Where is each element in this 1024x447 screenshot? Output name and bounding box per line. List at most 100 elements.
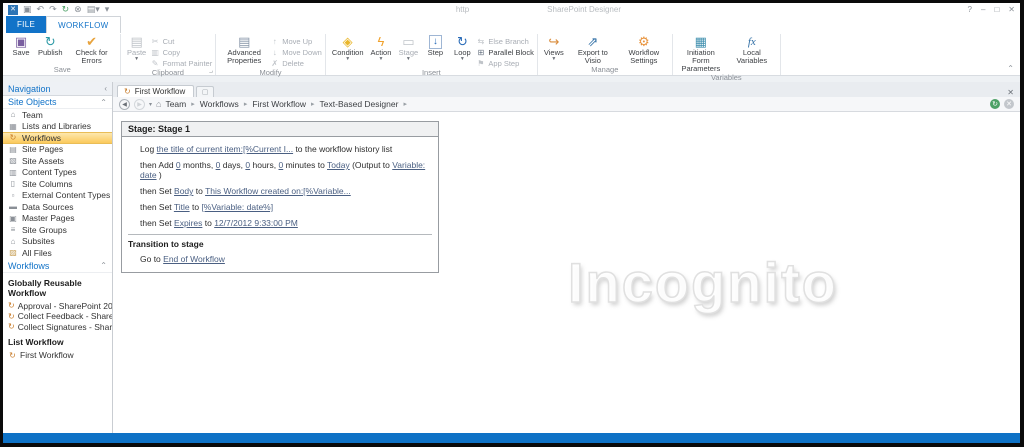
action-text: Log [140, 144, 157, 154]
external-content-type-icon: ▫ [11, 190, 15, 200]
workflow-item-label: Approval - SharePoint 2010 [17, 300, 112, 311]
action-link[interactable]: Expires [174, 218, 202, 228]
publish-button[interactable]: ↻ Publish [35, 34, 66, 57]
else-branch-button[interactable]: ⇆ Else Branch [476, 36, 533, 46]
preview-icon[interactable]: ▤▾ [87, 5, 100, 14]
collapse-pane-icon[interactable]: ‹ [104, 84, 107, 93]
stop-icon[interactable]: ⊗ [74, 5, 82, 14]
workflow-item[interactable]: ↻ First Workflow [3, 350, 112, 361]
action-link[interactable]: [%Variable: date%] [201, 202, 273, 212]
ribbon-group-label: Save [53, 65, 71, 74]
breadcrumb-item[interactable]: Team [165, 99, 186, 109]
collapse-workflows-icon[interactable]: ⌃ [100, 261, 107, 270]
ribbon-group-label: Clipboard [151, 68, 184, 77]
close-button[interactable]: ✕ [1008, 5, 1015, 14]
sidebar-item-external-content-types[interactable]: ▫ External Content Types [3, 190, 112, 202]
workflow-item[interactable]: ↻Collect Feedback - SharePoint 2... [3, 311, 112, 322]
sidebar-item-site-columns[interactable]: ▯ Site Columns [3, 178, 112, 190]
sidebar-item-site-assets[interactable]: ▧ Site Assets [3, 155, 112, 167]
breadcrumb-item[interactable]: Workflows [200, 99, 239, 109]
stage-button[interactable]: ▭ Stage ▼ [395, 34, 421, 62]
workflow-settings-button[interactable]: ⚙ Workflow Settings [619, 34, 669, 65]
initiation-form-parameters-button[interactable]: ▦ Initiation Form Parameters [676, 34, 726, 73]
restore-button[interactable]: □ [994, 5, 999, 14]
move-down-button[interactable]: ↓ Move Down [270, 47, 322, 57]
app-icon[interactable]: ✕ [8, 4, 18, 15]
workflow-item[interactable]: ↻Collect Signatures - SharePoint ... [3, 322, 112, 333]
advanced-properties-icon: ▤ [238, 34, 251, 49]
local-variables-button[interactable]: fx Local Variables [727, 34, 777, 65]
action-link[interactable]: Body [174, 186, 193, 196]
minimize-button[interactable]: – [981, 5, 985, 14]
cut-button[interactable]: ✂ Cut [151, 36, 213, 46]
action-link[interactable]: Title [174, 202, 190, 212]
action-link[interactable]: 12/7/2012 9:33:00 PM [214, 218, 298, 228]
recent-pages-dropdown-icon[interactable]: ▾ [149, 101, 152, 108]
breadcrumb-item[interactable]: First Workflow [252, 99, 306, 109]
action-link[interactable]: Today [327, 160, 350, 170]
dialog-launcher-icon[interactable]: ⌐ [209, 68, 213, 75]
redo-icon[interactable]: ↷ [49, 5, 57, 14]
sidebar-item-data-sources[interactable]: ▬ Data Sources [3, 201, 112, 213]
breadcrumb-item[interactable]: Text-Based Designer [320, 99, 399, 109]
sidebar-item-workflows[interactable]: ↻ Workflows [3, 132, 112, 144]
copy-button[interactable]: ▥ Copy [151, 47, 213, 57]
close-page-icon[interactable]: ✕ [1004, 99, 1014, 109]
format-painter-button[interactable]: ✎ Format Painter [151, 58, 212, 68]
workflow-list: Globally Reusable Workflow ↻ Approval - Sh… [3, 273, 112, 361]
check-for-errors-button[interactable]: ✔ Check for Errors [67, 34, 117, 65]
action-link[interactable]: the title of current item:[%Current I... [157, 144, 294, 154]
list-library-icon: ▦ [9, 121, 17, 131]
work-area: Navigation ‹ Site Objects ⌃ ⌂ Team ▦ Lists … [3, 82, 1020, 433]
collapse-section-icon[interactable]: ⌃ [100, 98, 107, 107]
parallel-block-button[interactable]: ⊞ Parallel Block [476, 47, 534, 57]
sidebar-item-content-types[interactable]: ▥ Content Types [3, 167, 112, 179]
views-button[interactable]: ↪ Views ▼ [541, 34, 567, 62]
workflow-group-title: Globally Reusable Workflow [8, 277, 82, 298]
ribbon-group-manage: ↪ Views ▼ ⇗ Export to Visio ⚙ Workflow Setting… [538, 34, 673, 75]
delete-button[interactable]: ✗ Delete [270, 58, 322, 68]
undo-icon[interactable]: ↶ [37, 5, 45, 14]
doc-tab-first-workflow[interactable]: ↻ First Workflow [117, 85, 195, 97]
advanced-properties-button[interactable]: ▤ Advanced Properties [219, 34, 269, 65]
init-form-params-icon: ▦ [694, 34, 707, 49]
else-branch-icon: ⇆ [477, 36, 485, 46]
tab-file[interactable]: FILE [6, 16, 47, 33]
stage-action-lines: Log the title of current item:[%Current … [128, 144, 432, 228]
sidebar-item-master-pages[interactable]: ▣ Master Pages [3, 213, 112, 225]
paste-button[interactable]: ▤ Paste ▼ [124, 34, 150, 62]
workflow-item[interactable]: ↻ Approval - SharePoint 2010 [3, 301, 112, 312]
sidebar-item-site-pages[interactable]: ▤ Site Pages [3, 144, 112, 156]
sidebar-item-subsites[interactable]: ⌂ Subsites [3, 236, 112, 248]
action-button[interactable]: ϟ Action ▼ [368, 34, 395, 62]
condition-button[interactable]: ◈ Condition ▼ [329, 34, 367, 62]
sidebar-item-all-files[interactable]: ▨ All Files [3, 247, 112, 259]
step-icon: ↓ [428, 35, 442, 49]
action-link[interactable]: This Workflow created on:[%Variable... [205, 186, 351, 196]
app-step-button[interactable]: ⚑ App Step [476, 58, 533, 68]
back-button[interactable]: ◀ [119, 98, 130, 110]
ribbon-group-variables: ▦ Initiation Form Parameters fx Local Varia… [673, 34, 781, 82]
collapse-ribbon-icon[interactable]: ⌃ [1007, 64, 1014, 73]
save-icon[interactable]: ▣ [23, 5, 32, 14]
sidebar-item-label: Subsites [22, 236, 55, 247]
tab-workflow[interactable]: WORKFLOW [46, 16, 121, 33]
sidebar-item-label: Master Pages [22, 213, 75, 224]
refresh-page-icon[interactable]: ↻ [990, 99, 1000, 109]
move-up-button[interactable]: ↑ Move Up [270, 36, 322, 46]
sidebar-item-team[interactable]: ⌂ Team [3, 109, 112, 121]
forward-button[interactable]: ▶ [134, 98, 145, 110]
sidebar-item-site-groups[interactable]: ≡ Site Groups [3, 224, 112, 236]
step-button[interactable]: ↓ Step [422, 34, 448, 57]
export-to-visio-button[interactable]: ⇗ Export to Visio [568, 34, 618, 65]
action-link[interactable]: End of Workflow [163, 254, 225, 264]
close-tab-icon[interactable]: ✕ [1007, 88, 1014, 97]
save-button[interactable]: ▣ Save [8, 34, 34, 57]
sidebar-item-lists-and-libraries[interactable]: ▦ Lists and Libraries [3, 121, 112, 133]
sidebar-item-label: Data Sources [22, 201, 74, 212]
new-tab-button[interactable]: ▢ [196, 86, 215, 97]
refresh-icon[interactable]: ↻ [62, 5, 70, 14]
loop-button[interactable]: ↻ Loop ▼ [449, 34, 475, 62]
parallel-block-icon: ⊞ [477, 47, 485, 57]
help-button[interactable]: ? [968, 5, 972, 14]
